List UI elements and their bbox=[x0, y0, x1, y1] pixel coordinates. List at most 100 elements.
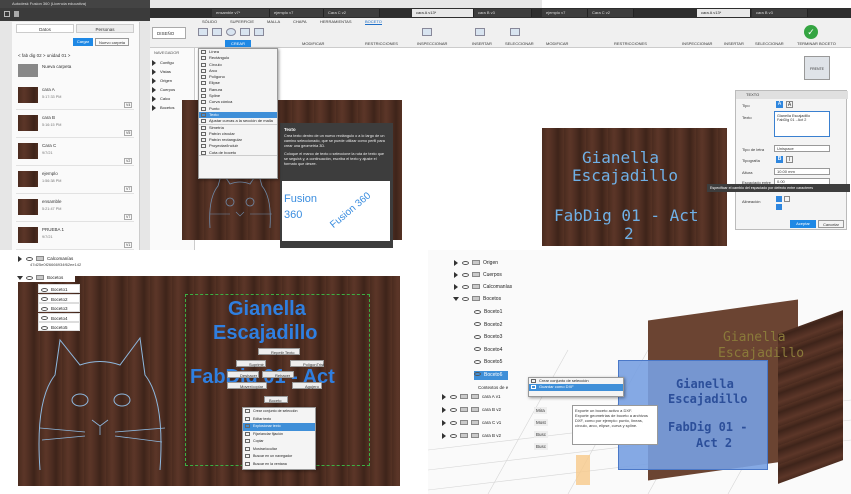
br-component[interactable]: cara B v2 bbox=[442, 405, 501, 414]
eye-icon[interactable] bbox=[474, 347, 481, 352]
view-cube[interactable]: FRENTE bbox=[804, 56, 830, 80]
bl-sketch-item[interactable]: Boceto1 bbox=[38, 284, 80, 293]
eye-icon[interactable] bbox=[474, 372, 481, 377]
browser-item[interactable]: Origen bbox=[152, 76, 172, 85]
height-input[interactable]: 10.00 mm bbox=[774, 168, 830, 175]
bl-sketch-item[interactable]: Boceto2 bbox=[38, 293, 80, 303]
tr-doc-tab-4[interactable]: cara B v3 bbox=[752, 9, 808, 17]
circle-icon[interactable] bbox=[226, 28, 236, 36]
eye-icon[interactable] bbox=[450, 433, 457, 438]
br-sketch-item[interactable]: Boceto6 bbox=[474, 370, 509, 380]
expand-icon[interactable] bbox=[442, 419, 446, 426]
br-tree-item[interactable]: Bocetos bbox=[453, 295, 501, 304]
br-sketch-item[interactable]: Boceto1 bbox=[474, 308, 502, 317]
br-sketch-item[interactable]: Boceto4 bbox=[474, 346, 502, 355]
tr-doc-tab-3[interactable]: cara A v13* bbox=[697, 9, 751, 17]
bl-sketch-item[interactable]: Boceto3 bbox=[38, 303, 80, 312]
expand-icon[interactable] bbox=[454, 283, 458, 290]
line-icon[interactable] bbox=[198, 28, 208, 36]
br-sketch-item[interactable]: Boceto3 bbox=[474, 333, 502, 342]
context-menu-item[interactable]: Fijar/anclar fijación bbox=[243, 431, 315, 439]
folder-row[interactable]: Nueva carpeta bbox=[16, 62, 134, 80]
expand-icon[interactable] bbox=[152, 95, 156, 102]
insertar-menu[interactable]: INSERTAR bbox=[472, 41, 492, 46]
tr-restricciones[interactable]: RESTRICCIONES bbox=[614, 41, 647, 46]
br-component[interactable]: cara C v1 bbox=[442, 418, 501, 427]
italic-icon[interactable]: I bbox=[786, 156, 793, 163]
repeat-text-button[interactable]: Repetir Texto bbox=[258, 348, 300, 355]
partial-menu-item[interactable]: Mira bbox=[534, 407, 547, 414]
br-tree-item[interactable]: Calcomanías bbox=[454, 283, 512, 292]
sketch-button[interactable]: Boceto bbox=[264, 396, 288, 403]
inspect-icon[interactable] bbox=[422, 28, 432, 36]
tr-seleccionar[interactable]: SELECCIONAR bbox=[755, 41, 784, 46]
expand-icon[interactable] bbox=[454, 259, 458, 266]
expand-icon[interactable] bbox=[442, 432, 446, 439]
eye-icon[interactable] bbox=[41, 297, 48, 302]
doc-tab-3[interactable]: Cara C v2 bbox=[324, 9, 380, 17]
accept-button[interactable]: Aceptar bbox=[790, 220, 816, 228]
design-button[interactable]: DISEÑO bbox=[152, 27, 186, 39]
browser-item[interactable]: Calco bbox=[152, 94, 170, 103]
create-icons[interactable] bbox=[198, 28, 276, 40]
br-component[interactable]: cara A v1 bbox=[442, 392, 501, 401]
restricciones-menu[interactable]: RESTRICCIONES bbox=[365, 41, 398, 46]
ribbon-tab[interactable]: SUPERFICIE bbox=[230, 19, 254, 24]
tr-doc-tab-1[interactable]: ejemplo v7 bbox=[542, 9, 588, 17]
file-row[interactable]: ensamble 5:21:47 PM V7 bbox=[16, 196, 134, 222]
tr-insertar[interactable]: INSERTAR bbox=[724, 41, 744, 46]
ribbon-tab[interactable]: HERRAMIENTAS bbox=[320, 19, 351, 24]
cancel-button[interactable]: Cancelar bbox=[818, 220, 844, 228]
expand-icon[interactable] bbox=[442, 393, 446, 400]
upload-button[interactable]: Cargar bbox=[73, 38, 93, 46]
save-as-dxf[interactable]: Guardar como DXF bbox=[529, 384, 623, 391]
tr-terminar[interactable]: TERMINAR BOCETO bbox=[797, 41, 836, 46]
eye-icon[interactable] bbox=[41, 287, 48, 292]
delete-button[interactable]: Suprimir bbox=[236, 360, 266, 367]
eye-icon[interactable] bbox=[462, 284, 469, 289]
expand-icon[interactable] bbox=[152, 59, 156, 66]
eye-icon[interactable] bbox=[474, 359, 481, 364]
breadcrumb[interactable]: < fab dig 02 > unidad 01 > bbox=[18, 53, 70, 58]
text-input[interactable]: Gianella Escajadillo FabDig 01 - Act 2 bbox=[774, 111, 830, 137]
context-menu-item[interactable]: Mostrar/ocultar bbox=[243, 446, 315, 454]
expand-icon[interactable] bbox=[152, 68, 156, 75]
expand-icon[interactable] bbox=[152, 77, 156, 84]
expand-icon[interactable] bbox=[152, 104, 156, 111]
undo-button[interactable]: Deshacer bbox=[227, 371, 259, 378]
eye-icon[interactable] bbox=[450, 394, 457, 399]
grid-icon[interactable] bbox=[4, 11, 10, 17]
doc-tab-5[interactable]: cara B v3 bbox=[474, 9, 532, 17]
inspeccionar-menu[interactable]: INSPECCIONAR bbox=[417, 41, 447, 46]
br-tree-item[interactable]: Origen bbox=[454, 259, 498, 268]
browser-item[interactable]: Vistas bbox=[152, 67, 171, 76]
font-select[interactable]: Unispace bbox=[774, 145, 830, 152]
polygon-button[interactable]: PolígonTrist bbox=[290, 360, 324, 367]
redo-button[interactable]: Rehacer bbox=[262, 371, 294, 378]
file-row[interactable]: cara A 5:17:33 PM V4 bbox=[16, 84, 134, 110]
modificar-menu[interactable]: MODIFICAR bbox=[302, 41, 324, 46]
expand-icon[interactable] bbox=[442, 406, 446, 413]
tab-datos[interactable]: Datos bbox=[16, 24, 74, 33]
tr-doc-tab-2[interactable]: Cara C v2 bbox=[588, 9, 634, 17]
expand-icon[interactable] bbox=[152, 86, 156, 93]
eye-icon[interactable] bbox=[450, 407, 457, 412]
ribbon-tab[interactable]: CHAPA bbox=[293, 19, 306, 24]
context-menu-item[interactable]: Copiar bbox=[243, 438, 315, 446]
partial-menu-item[interactable]: Busc bbox=[534, 431, 549, 438]
br-sketch-item[interactable]: Boceto5 bbox=[474, 358, 502, 367]
doc-tab-1[interactable]: ensamble v7* bbox=[212, 9, 270, 17]
eye-icon[interactable] bbox=[474, 322, 481, 327]
br-tree-item[interactable]: Cuerpos bbox=[454, 271, 502, 280]
file-row[interactable]: Cara C 9/7/21 V2 bbox=[16, 140, 134, 166]
eye-icon[interactable] bbox=[450, 420, 457, 425]
rectangle-icon[interactable] bbox=[212, 28, 222, 36]
bl-calcomanias[interactable]: Calcomanías bbox=[18, 254, 73, 263]
insert-icon[interactable] bbox=[475, 28, 485, 36]
eye-icon[interactable] bbox=[474, 309, 481, 314]
br-contexts[interactable]: Contextos de e bbox=[478, 383, 508, 392]
tr-inspeccionar[interactable]: INSPECCIONAR bbox=[682, 41, 712, 46]
text-type-icon[interactable]: A bbox=[776, 101, 783, 108]
br-component[interactable]: cara B v2 bbox=[442, 431, 501, 440]
expand-icon[interactable] bbox=[453, 296, 459, 301]
